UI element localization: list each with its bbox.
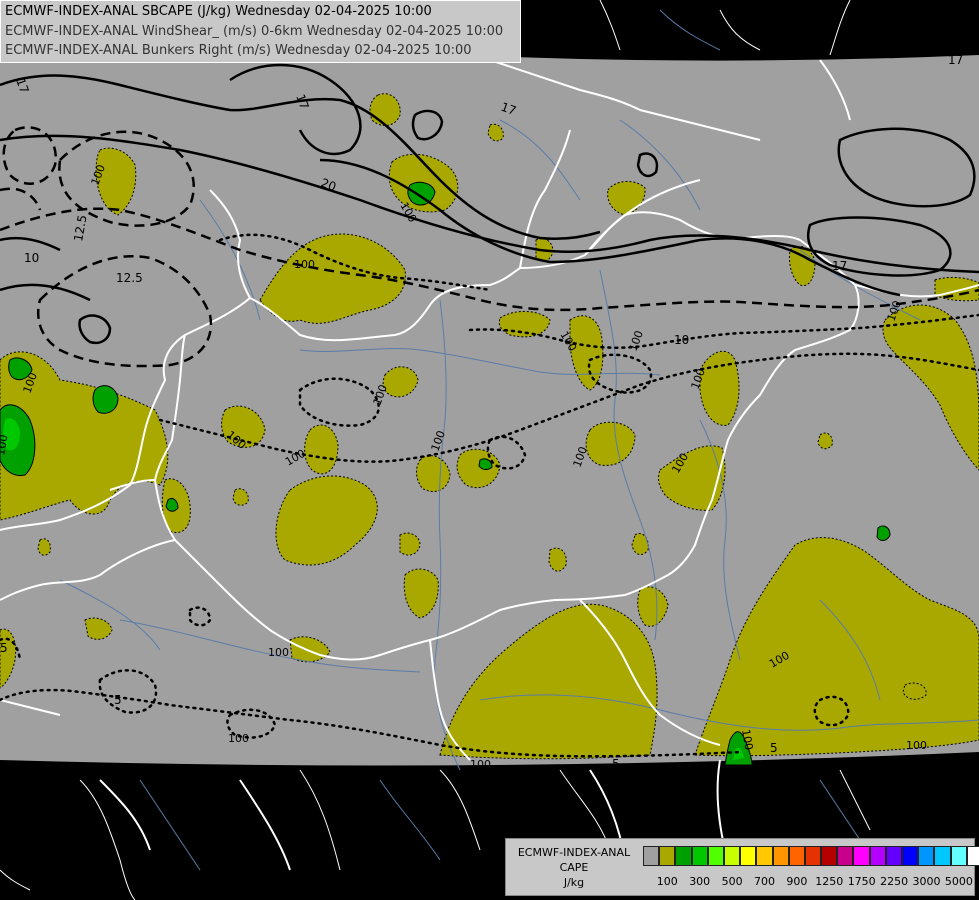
legend-swatch (643, 846, 660, 866)
legend-swatch (723, 846, 741, 866)
legend-swatch (675, 846, 692, 866)
legend-swatch (869, 846, 886, 866)
legend-swatch (885, 846, 902, 866)
cape-label-q: 100 (268, 646, 289, 659)
cape-legend: ECMWF-INDEX-ANAL CAPE J/kg 100 300 500 700 9… (505, 838, 979, 896)
legend-swatch (918, 846, 935, 866)
label-12-5b: 12.5 (116, 271, 143, 285)
legend-swatch (934, 846, 951, 866)
label-17d: 17 (948, 53, 963, 67)
header-box: ECMWF-INDEX-ANAL SBCAPE (J/kg) Wednesday… (0, 0, 521, 63)
label-10a: 10 (24, 251, 39, 265)
header-line-sbcape: ECMWF-INDEX-ANAL SBCAPE (J/kg) Wednesday… (5, 4, 432, 19)
label-10b: 10 (674, 333, 689, 347)
legend-swatch (804, 846, 822, 866)
legend-tick-label: 700 (754, 875, 775, 888)
legend-title-param: CAPE (559, 861, 589, 874)
legend-tick-label: 100 (656, 875, 678, 888)
legend-tick-label: 5000 (944, 875, 973, 888)
legend-swatch (837, 846, 854, 866)
legend-swatch (821, 846, 838, 866)
legend-swatch (853, 846, 870, 866)
legend-swatch (740, 846, 757, 866)
label-5c: 5 (612, 757, 620, 771)
legend-swatch (772, 846, 789, 866)
cape-label-a: 100 (294, 258, 315, 271)
legend-swatch (707, 846, 724, 866)
legend-swatches (643, 846, 979, 866)
legend-tick-label: 500 (721, 875, 743, 888)
legend-title-unit: J/kg (563, 876, 585, 889)
cape-label-r: 100 (228, 732, 249, 745)
legend-tick-label: 3000 (912, 875, 941, 888)
legend-tick-label: 300 (689, 875, 711, 888)
legend-title: ECMWF-INDEX-ANAL CAPE J/kg (510, 845, 638, 890)
legend-swatch (950, 846, 967, 866)
legend-swatch (691, 846, 708, 866)
cape-label-s: 100 (470, 758, 491, 771)
legend-ticks: 100 300 500 700 900 1250 1750 2250 3000 5000 (643, 875, 973, 889)
legend-swatch (756, 846, 773, 866)
legend-swatch (788, 846, 805, 866)
legend-tick-label: 1750 (847, 875, 876, 888)
legend-swatch (966, 846, 979, 866)
legend-tick-label: 900 (786, 875, 808, 888)
legend-swatch (659, 846, 676, 866)
label-17e: 17 (832, 259, 847, 273)
label-5b: 5 (114, 693, 122, 707)
legend-tick-label: 1250 (815, 875, 844, 888)
label-5a: 5 (0, 641, 8, 655)
legend-title-model: ECMWF-INDEX-ANAL (517, 846, 631, 859)
weather-map: 17 17 17 17 17 20 12.5 12.5 10 10 5 5 5 … (0, 0, 979, 900)
legend-tick-label: 2250 (880, 875, 909, 888)
header-line-windshear: ECMWF-INDEX-ANAL WindShear_ (m/s) 0-6km … (5, 24, 504, 39)
label-5d: 5 (770, 741, 778, 755)
cape-label-p: 100 (906, 739, 927, 752)
header-line-bunkers: ECMWF-INDEX-ANAL Bunkers Right (m/s) Wed… (5, 43, 472, 58)
legend-swatch (902, 846, 919, 866)
